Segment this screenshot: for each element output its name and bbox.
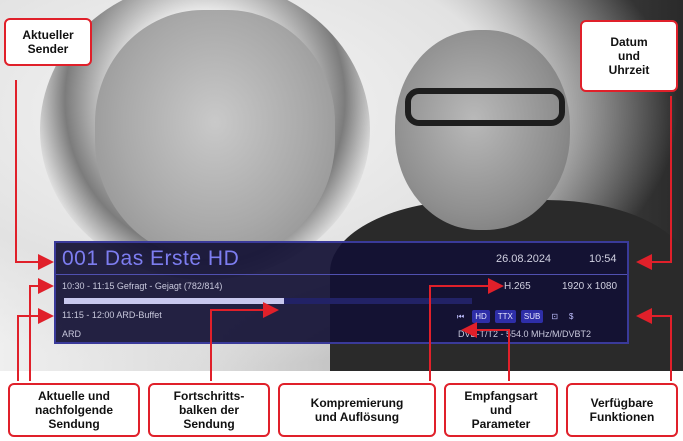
line-next-program [17, 308, 54, 381]
callout-progress-bar: Fortschritts- balken der Sendung [148, 383, 270, 437]
callout-reception-parameters: Empfangsart und Parameter [444, 383, 558, 437]
line-reception [461, 322, 510, 381]
line-progress-bar [210, 302, 279, 381]
callout-date-time: Datum und Uhrzeit [580, 20, 678, 92]
callout-compression-resolution: Kompremierung und Auflösung [278, 383, 436, 437]
line-current-channel [15, 80, 54, 270]
callout-available-functions: Verfügbare Funktionen [566, 383, 678, 437]
callout-current-channel: Aktueller Sender [4, 18, 92, 66]
line-functions [636, 308, 672, 381]
line-compression [429, 278, 504, 381]
callout-current-next-program: Aktuelle und nachfolgende Sendung [8, 383, 140, 437]
line-date-time [636, 96, 672, 270]
line-current-program [29, 278, 54, 381]
